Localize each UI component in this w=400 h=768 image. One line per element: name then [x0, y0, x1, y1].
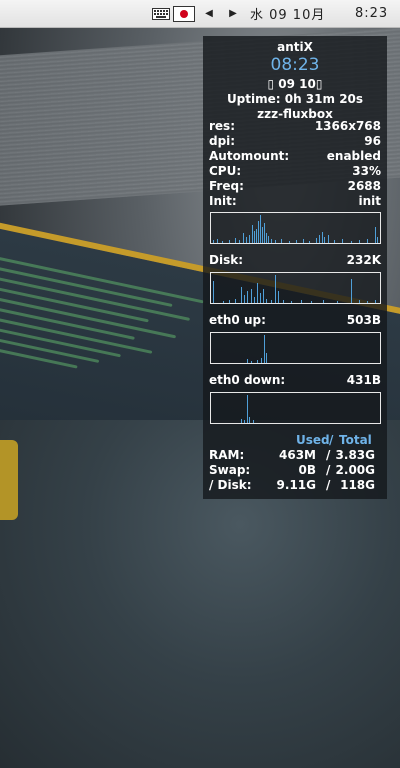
swap-used: 0B	[298, 463, 317, 477]
stat-value: enabled	[326, 149, 381, 163]
eth0-up-label: eth0 up:	[209, 313, 266, 327]
uptime: Uptime: 0h 31m 20s	[226, 92, 364, 106]
hostname: antiX	[277, 40, 313, 54]
stat-row-freq: Freq: 2688	[209, 179, 381, 194]
eth0-up-row: eth0 up: 503B	[209, 313, 381, 328]
stat-label: Init:	[209, 194, 237, 208]
total-header: Total	[339, 433, 372, 447]
stat-value: 2688	[347, 179, 381, 193]
eth0-up-value: 503B	[346, 313, 381, 327]
eth0-up-graph-bars	[247, 335, 267, 363]
stat-row-res: res: 1366x768	[209, 119, 381, 134]
stat-label: dpi:	[209, 134, 236, 148]
swap-total: 2.00G	[335, 463, 375, 477]
swap-separator: /	[326, 463, 331, 477]
stat-value: 1366x768	[314, 119, 381, 133]
glyph-box-icon: ▯	[315, 77, 323, 91]
stat-row-cpu: CPU: 33%	[209, 164, 381, 179]
conky-date: ▯ 09 10▯	[203, 77, 387, 92]
next-workspace-icon[interactable]: ▶	[225, 0, 241, 27]
ram-row: RAM: 463M / 3.83G	[209, 448, 381, 463]
root-disk-used: 9.11G	[276, 478, 316, 492]
panel-date[interactable]: 水 09 10月	[250, 0, 330, 27]
ram-separator: /	[326, 448, 331, 462]
disk-graph	[210, 272, 381, 304]
stat-label: CPU:	[209, 164, 242, 178]
disk-value: 232K	[346, 253, 381, 267]
cpu-graph-bars	[213, 215, 378, 243]
header-slash: /	[329, 433, 334, 447]
ram-label: RAM:	[209, 448, 245, 462]
keyboard-icon[interactable]	[151, 0, 171, 27]
eth0-down-value: 431B	[346, 373, 381, 387]
eth0-down-graph-bars	[241, 395, 254, 423]
stat-row-automount: Automount: enabled	[209, 149, 381, 164]
eth0-down-graph	[210, 392, 381, 424]
panel-clock[interactable]: 8:23	[355, 0, 395, 27]
stat-label: Freq:	[209, 179, 244, 193]
root-disk-total: 118G	[340, 478, 375, 492]
ram-used: 463M	[279, 448, 316, 462]
stat-value: 96	[364, 134, 381, 148]
stat-label: res:	[209, 119, 235, 133]
japan-flag-icon[interactable]	[173, 0, 195, 27]
conky-clock: 08:23	[270, 55, 320, 75]
previous-workspace-icon[interactable]: ◀	[201, 0, 217, 27]
root-disk-separator: /	[326, 478, 331, 492]
top-panel: ◀ ▶ 水 09 10月 8:23	[0, 0, 400, 28]
stat-label: Automount:	[209, 149, 290, 163]
disk-label: Disk:	[209, 253, 243, 267]
eth0-down-row: eth0 down: 431B	[209, 373, 381, 388]
cpu-graph	[210, 212, 381, 244]
eth0-down-label: eth0 down:	[209, 373, 286, 387]
swap-row: Swap: 0B / 2.00G	[209, 463, 381, 478]
stat-row-dpi: dpi: 96	[209, 134, 381, 149]
ram-total: 3.83G	[335, 448, 375, 462]
root-disk-label: / Disk:	[209, 478, 252, 492]
swap-label: Swap:	[209, 463, 251, 477]
root-disk-row: / Disk: 9.11G / 118G	[209, 478, 381, 493]
wallpaper-yellow-object	[0, 440, 18, 520]
eth0-up-graph	[210, 332, 381, 364]
stat-value: init	[358, 194, 381, 208]
conky-system-monitor: antiX 08:23 ▯ 09 10▯ Uptime: 0h 31m 20s …	[203, 36, 387, 499]
conky-date-text: 09 10	[274, 77, 316, 91]
disk-graph-bars	[213, 275, 376, 303]
stat-row-init: Init: init	[209, 194, 381, 209]
used-header: Used	[296, 433, 330, 447]
stat-value: 33%	[352, 164, 381, 178]
disk-row: Disk: 232K	[209, 253, 381, 268]
